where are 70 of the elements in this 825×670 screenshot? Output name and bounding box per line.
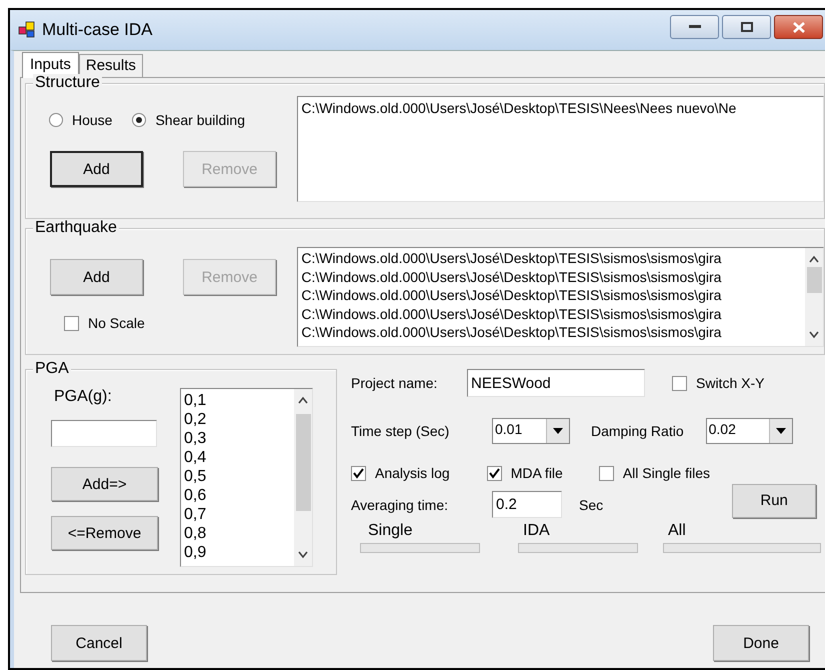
tab[interactable]: Results — [78, 54, 143, 77]
minimize-button[interactable] — [670, 15, 719, 39]
checkbox[interactable] — [351, 466, 366, 480]
dropdown[interactable]: 0.01 — [492, 418, 570, 444]
restore-icon — [740, 22, 752, 32]
file-path[interactable]: C:\Windows.old.000\Users\José\Desktop\TESIS\sismos\sismos\gira — [301, 323, 805, 342]
button[interactable]: Done — [713, 625, 809, 661]
window-title: Multi-case IDA — [42, 20, 154, 40]
app-icon — [18, 21, 36, 39]
group-title: Earthquake — [33, 219, 119, 237]
scroll-down-icon — [297, 551, 309, 559]
pga-value[interactable]: 0,4 — [184, 448, 294, 467]
checkbox-label: All Single files — [622, 465, 710, 481]
checkbox-label: Switch X-Y — [696, 375, 764, 391]
progress-label: IDA — [522, 522, 551, 540]
checkbox[interactable] — [598, 466, 614, 480]
file-path[interactable]: C:\Windows.old.000\Users\José\Desktop\TESIS\sismos\sismos\gira — [301, 286, 805, 304]
progress-label: Single — [367, 522, 414, 540]
progress-label: All — [667, 522, 687, 540]
field-label: Damping Ratio — [591, 423, 684, 439]
checkbox-label: Analysis log — [375, 465, 450, 481]
checkbox-label: No Scale — [88, 315, 145, 331]
field-label: PGA(g): — [53, 388, 112, 406]
scroll-up-icon — [808, 255, 820, 263]
field-label: Time step (Sec) — [351, 423, 450, 439]
scroll-thumb[interactable] — [806, 267, 822, 293]
scroll-up-icon — [297, 396, 309, 404]
file-path[interactable]: C:\Windows.old.000\Users\José\Desktop\TESIS\sismos\sismos\gira — [301, 304, 805, 323]
file-path[interactable]: C:\Windows.old.000\Users\José\Desktop\TESIS\Nees\Nees nuevo\Ne — [301, 99, 823, 118]
scroll-down-icon — [808, 331, 820, 339]
unit-label: Sec — [579, 496, 604, 512]
dropdown-arrow-icon — [776, 428, 786, 434]
field-label: Project name: — [351, 375, 438, 391]
pga-value[interactable]: 0,7 — [184, 505, 294, 524]
radio-label: Shear building — [155, 112, 245, 128]
input-field[interactable] — [51, 420, 157, 447]
scrollbar[interactable] — [805, 248, 823, 346]
pga-value[interactable]: 0,9 — [184, 543, 294, 562]
pga-value[interactable]: 0,5 — [184, 467, 294, 486]
file-path[interactable]: C:\Windows.old.000\Users\José\Desktop\TESIS\sismos\sismos\gira — [301, 249, 805, 268]
checkbox[interactable] — [64, 316, 79, 330]
minimize-icon — [688, 25, 700, 29]
button[interactable]: Add=> — [51, 467, 158, 501]
checkbox[interactable] — [486, 466, 502, 480]
input-field[interactable]: 0.2 — [492, 491, 562, 518]
close-icon — [792, 22, 804, 32]
input-field[interactable]: NEESWood — [467, 369, 645, 397]
radio-button[interactable] — [132, 113, 146, 127]
button[interactable]: Cancel — [51, 625, 147, 661]
close-button[interactable] — [774, 15, 823, 39]
button[interactable]: Add — [50, 151, 143, 187]
restore-button[interactable] — [722, 15, 771, 39]
pga-value[interactable]: 0,3 — [184, 429, 294, 448]
radio-label: House — [72, 112, 112, 128]
checkbox-label: MDA file — [510, 465, 563, 481]
scroll-thumb[interactable] — [296, 414, 310, 511]
checkbox[interactable] — [672, 376, 687, 390]
pga-value[interactable]: 0,8 — [184, 524, 294, 543]
pga-value[interactable]: 0,1 — [184, 391, 294, 410]
pga-value[interactable]: 0,6 — [184, 486, 294, 505]
radio-button[interactable] — [49, 113, 63, 127]
scrollbar[interactable] — [294, 389, 312, 566]
field-label: Averaging time: — [351, 496, 450, 512]
button[interactable]: <=Remove — [51, 516, 158, 550]
dropdown[interactable]: 0.02 — [706, 418, 793, 444]
dropdown-arrow-icon — [553, 428, 563, 434]
button[interactable]: Add — [50, 259, 143, 295]
pga-value[interactable]: 0,2 — [184, 410, 294, 429]
button[interactable]: Run — [732, 484, 816, 518]
file-path[interactable]: C:\Windows.old.000\Users\José\Desktop\TESIS\sismos\sismos\gira — [301, 268, 805, 286]
